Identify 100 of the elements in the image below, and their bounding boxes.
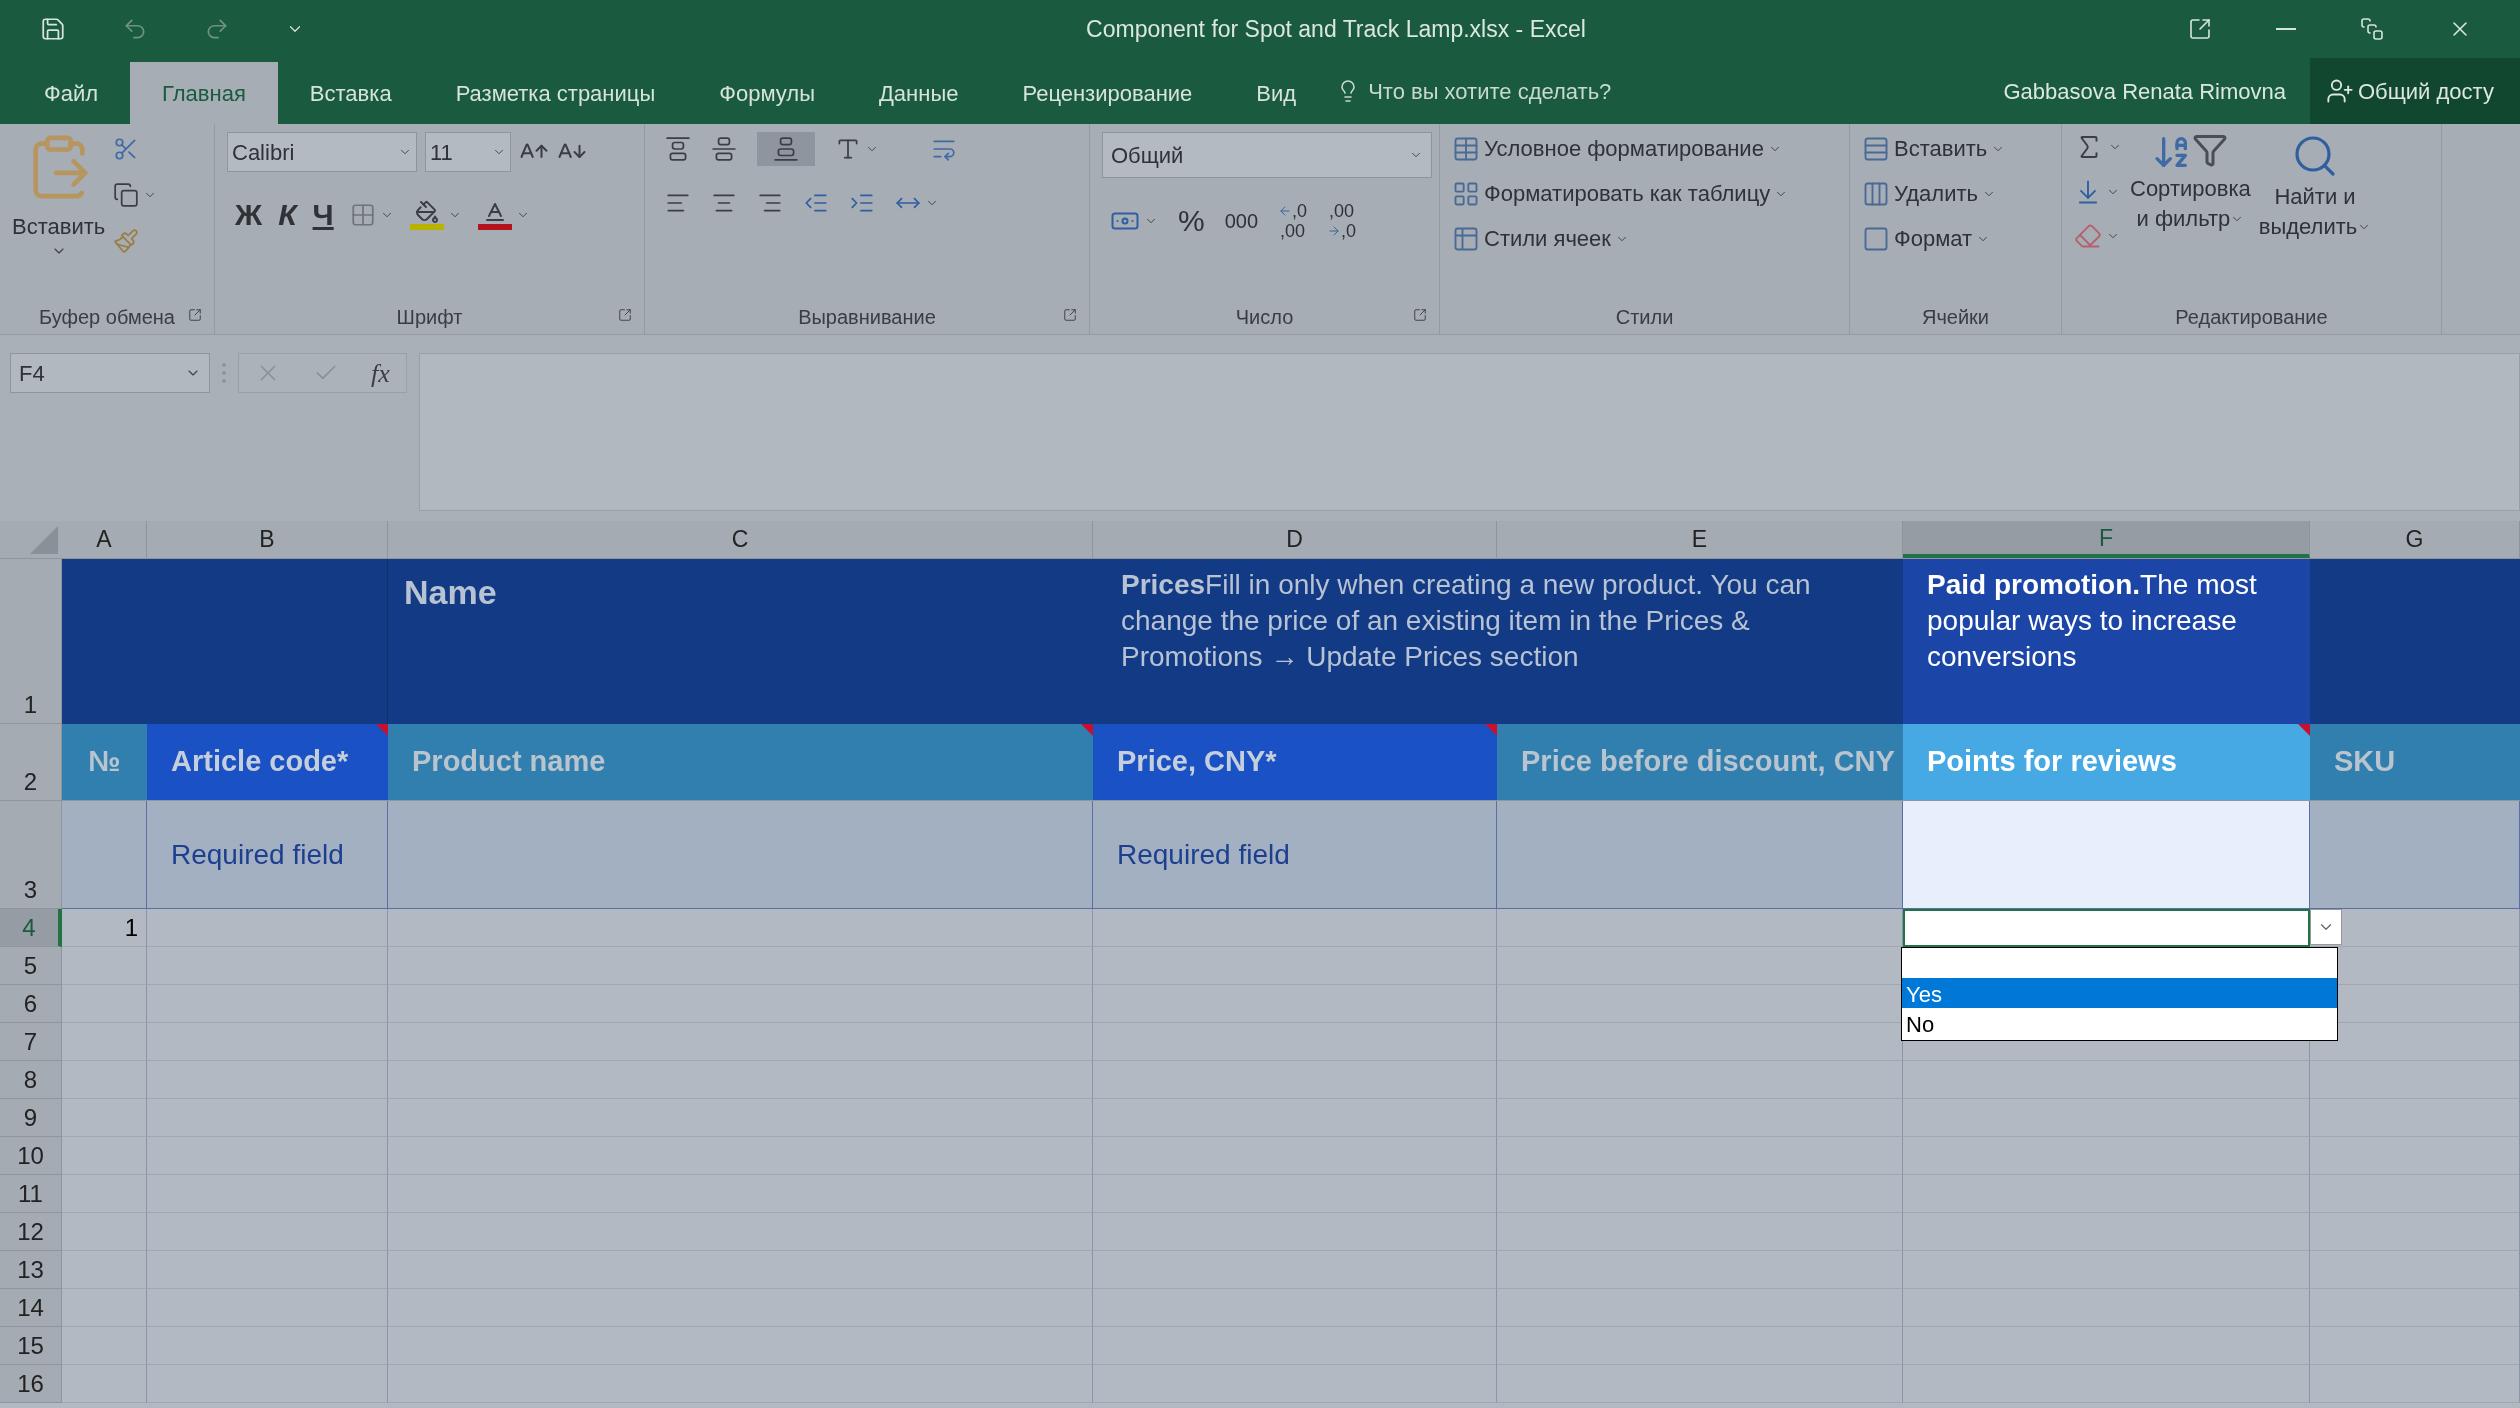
- grid-cell[interactable]: [2310, 1289, 2520, 1327]
- grid-cell[interactable]: [147, 1251, 388, 1289]
- column-header[interactable]: C: [388, 521, 1093, 558]
- ribbon-tab[interactable]: Файл: [12, 62, 131, 124]
- grid-cell[interactable]: [1093, 1365, 1497, 1403]
- grid-cell[interactable]: [62, 1365, 147, 1403]
- grid-cell[interactable]: [1497, 1175, 1903, 1213]
- grid-cell[interactable]: [1093, 1251, 1497, 1289]
- grid-cell[interactable]: [147, 1023, 388, 1061]
- grid-cell[interactable]: [388, 1099, 1093, 1137]
- italic-button[interactable]: К: [278, 192, 297, 237]
- row-header[interactable]: 9: [0, 1099, 62, 1137]
- grid-cell[interactable]: [147, 1061, 388, 1099]
- top-align-button[interactable]: [665, 136, 691, 162]
- insert-function-button[interactable]: fx: [371, 353, 390, 393]
- ribbon-display-button[interactable]: [2188, 17, 2212, 41]
- grid-cell[interactable]: [388, 1213, 1093, 1251]
- grid-cell[interactable]: [1903, 1289, 2310, 1327]
- column-header[interactable]: B: [147, 521, 388, 558]
- font-size-field[interactable]: 11: [425, 132, 511, 172]
- save-button[interactable]: [40, 16, 66, 42]
- grid-cell[interactable]: [147, 1213, 388, 1251]
- grid-cell[interactable]: [2310, 1213, 2520, 1251]
- row-header[interactable]: 16: [0, 1365, 62, 1403]
- grid-cell[interactable]: [147, 1099, 388, 1137]
- grid-cell[interactable]: [388, 1251, 1093, 1289]
- percent-button[interactable]: %: [1178, 198, 1205, 243]
- row-header[interactable]: 15: [0, 1327, 62, 1365]
- grid-cell[interactable]: [2310, 1099, 2520, 1137]
- row-header[interactable]: 11: [0, 1175, 62, 1213]
- grid-cell[interactable]: 1: [62, 909, 147, 947]
- styles-menu-button[interactable]: Условное форматирование: [1452, 132, 1789, 165]
- row-header[interactable]: 6: [0, 985, 62, 1023]
- grid-cell[interactable]: [1093, 1327, 1497, 1365]
- dialog-launcher[interactable]: [1413, 308, 1427, 322]
- tell-me-field[interactable]: Что вы хотите сделать?: [1368, 74, 1699, 108]
- dialog-launcher[interactable]: [188, 308, 202, 322]
- grid-cell[interactable]: [1903, 1365, 2310, 1403]
- grid-cell[interactable]: [1497, 1137, 1903, 1175]
- formula-input[interactable]: [418, 353, 2520, 511]
- active-cell[interactable]: [1903, 909, 2310, 947]
- row-header[interactable]: 12: [0, 1213, 62, 1251]
- grid-cell[interactable]: [62, 1137, 147, 1175]
- cells-menu-button[interactable]: Удалить: [1862, 177, 2006, 210]
- grid-cell[interactable]: [62, 1213, 147, 1251]
- grid-cell[interactable]: [2310, 1365, 2520, 1403]
- grid-cell[interactable]: [388, 1175, 1093, 1213]
- grid-cell[interactable]: [147, 1289, 388, 1327]
- grid-cell[interactable]: [147, 909, 388, 947]
- grid-cell[interactable]: [147, 985, 388, 1023]
- ribbon-tab[interactable]: Вид: [1224, 62, 1329, 124]
- grid-cell[interactable]: [1903, 1213, 2310, 1251]
- row-header[interactable]: 2: [0, 724, 62, 801]
- ribbon-tab[interactable]: Разметка страницы: [423, 62, 688, 124]
- share-button[interactable]: Общий досту: [2310, 58, 2520, 124]
- paste-button[interactable]: Вставить: [12, 132, 106, 282]
- grid-cell[interactable]: [388, 1061, 1093, 1099]
- dialog-launcher[interactable]: [1063, 308, 1077, 322]
- row-header[interactable]: 5: [0, 947, 62, 985]
- grid-cell[interactable]: [1093, 1099, 1497, 1137]
- grid-cell[interactable]: [62, 1023, 147, 1061]
- bottom-align-button[interactable]: [757, 132, 815, 166]
- grid-cell[interactable]: [388, 1137, 1093, 1175]
- bold-button[interactable]: Ж: [235, 192, 263, 237]
- grid-cell[interactable]: [1093, 1289, 1497, 1327]
- restore-button[interactable]: [2360, 17, 2384, 41]
- column-header[interactable]: G: [2310, 521, 2520, 558]
- underline-button[interactable]: Ч: [312, 192, 334, 237]
- grid-cell[interactable]: [1497, 1327, 1903, 1365]
- grid-cell[interactable]: [388, 985, 1093, 1023]
- grid-cell[interactable]: [2310, 1327, 2520, 1365]
- ribbon-tab[interactable]: Данные: [846, 62, 991, 124]
- grid-cell[interactable]: [1497, 1213, 1903, 1251]
- grid-cell[interactable]: [1903, 1061, 2310, 1099]
- grid-cell[interactable]: [1497, 909, 1903, 947]
- middle-align-button[interactable]: [711, 136, 737, 162]
- grid-cell[interactable]: [388, 909, 1093, 947]
- font-name-field[interactable]: Calibri: [227, 132, 417, 172]
- column-header[interactable]: D: [1093, 521, 1497, 558]
- grid-cell[interactable]: [62, 1099, 147, 1137]
- grid-cell[interactable]: [1093, 909, 1497, 947]
- grid-cell[interactable]: [1497, 1365, 1903, 1403]
- grid-cell[interactable]: [62, 1289, 147, 1327]
- fill-color-button[interactable]: [409, 199, 462, 230]
- grid-cell[interactable]: [62, 1175, 147, 1213]
- find-select-button[interactable]: Найти и выделить: [2258, 132, 2372, 240]
- column-header[interactable]: A: [62, 521, 147, 558]
- ribbon-tab[interactable]: Главная: [130, 62, 278, 124]
- orientation-button[interactable]: [835, 136, 879, 162]
- grid-cell[interactable]: [1903, 1099, 2310, 1137]
- grid-cell[interactable]: [388, 1023, 1093, 1061]
- number-format-field[interactable]: Общий: [1102, 132, 1432, 178]
- grid-cell[interactable]: [2310, 1251, 2520, 1289]
- grid-cell[interactable]: [388, 1289, 1093, 1327]
- grid-cell[interactable]: [2310, 1061, 2520, 1099]
- row-header[interactable]: 13: [0, 1251, 62, 1289]
- dropdown-option[interactable]: Yes: [1902, 978, 2337, 1008]
- grid-cell[interactable]: [1903, 1327, 2310, 1365]
- grid-cell[interactable]: [2310, 1023, 2520, 1061]
- styles-menu-button[interactable]: Стили ячеек: [1452, 222, 1789, 255]
